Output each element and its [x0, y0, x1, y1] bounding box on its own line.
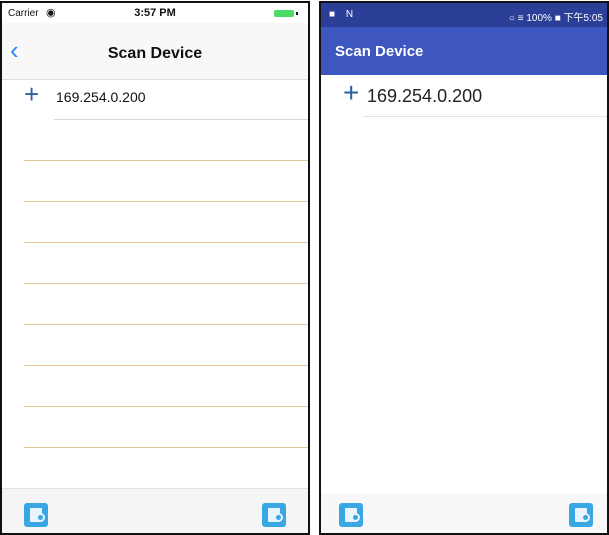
device-list-icon[interactable]	[24, 503, 48, 527]
add-device-icon[interactable]: +	[343, 79, 359, 107]
empty-row	[24, 366, 308, 407]
device-list: + 169.254.0.200	[2, 79, 308, 489]
bottom-toolbar	[321, 493, 607, 533]
page-title: Scan Device	[107, 45, 203, 62]
empty-row	[24, 325, 308, 366]
status-right: ○ ≡ 100% ■ 下午5:05	[508, 13, 603, 24]
status-bar: Carrier ◉ 3:57 PM	[2, 3, 308, 23]
add-device-icon[interactable]: +	[24, 81, 39, 107]
device-ip: 169.254.0.200	[56, 89, 146, 105]
empty-row	[24, 202, 308, 243]
device-edit-icon[interactable]	[262, 503, 286, 527]
empty-row	[24, 161, 308, 202]
navigation-bar: ‹ Scan Device	[2, 23, 308, 80]
empty-row	[24, 407, 308, 448]
device-list-icon[interactable]	[339, 503, 363, 527]
device-row[interactable]: + 169.254.0.200	[343, 75, 607, 117]
app-bar: Scan Device	[321, 27, 607, 75]
page-title: Scan Device	[335, 43, 424, 60]
bottom-toolbar	[2, 488, 308, 533]
android-screen: ■ N ○ ≡ 100% ■ 下午5:05 Scan Device + 169.…	[319, 1, 609, 535]
empty-row	[24, 448, 308, 489]
status-bar: ■ N ○ ≡ 100% ■ 下午5:05	[321, 3, 607, 27]
status-time: 3:57 PM	[134, 7, 176, 19]
notification-icons: ■ N	[329, 9, 358, 20]
battery-icon	[274, 10, 294, 17]
ios-screen: Carrier ◉ 3:57 PM ‹ Scan Device + 169.25…	[0, 1, 310, 535]
battery-tip	[296, 12, 298, 15]
device-edit-icon[interactable]	[569, 503, 593, 527]
device-ip: 169.254.0.200	[367, 86, 483, 106]
empty-row	[24, 284, 308, 325]
empty-row	[24, 243, 308, 284]
device-row[interactable]: + 169.254.0.200	[24, 79, 308, 120]
empty-row	[24, 120, 308, 161]
device-list: + 169.254.0.200	[321, 75, 607, 117]
